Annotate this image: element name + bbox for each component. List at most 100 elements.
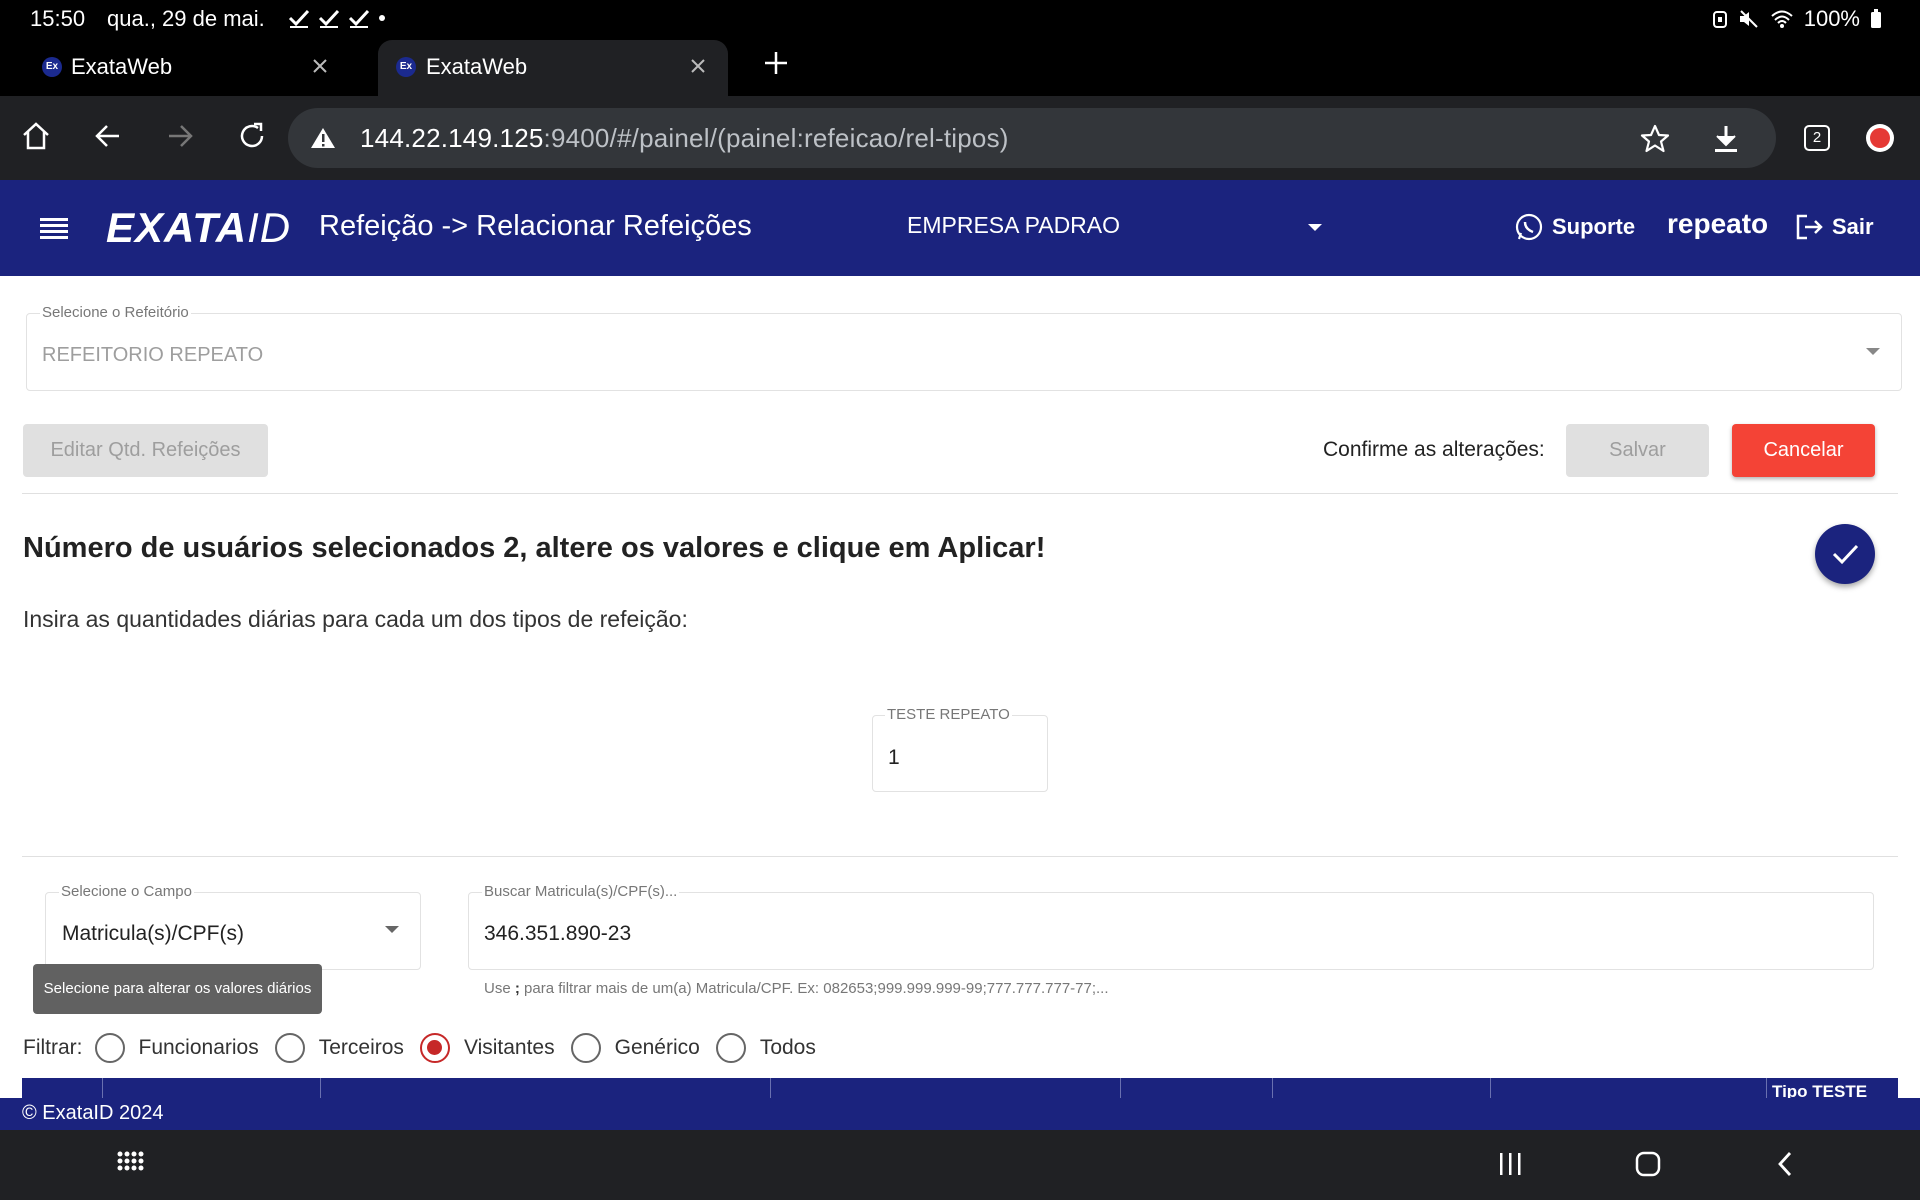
company-select[interactable]: EMPRESA PADRAO: [907, 212, 1120, 239]
browser-tab[interactable]: Ex ExataWeb: [0, 40, 350, 96]
tab-switcher-button[interactable]: 2: [1804, 125, 1830, 151]
profile-avatar[interactable]: [1866, 124, 1894, 152]
search-input[interactable]: [468, 892, 1874, 970]
back-icon[interactable]: [92, 120, 124, 152]
radio-icon[interactable]: [94, 1033, 125, 1063]
exataid-logo[interactable]: EXATAID: [106, 204, 291, 252]
instructions-text: Insira as quantidades diárias para cada …: [23, 606, 688, 632]
close-tab-icon[interactable]: [308, 54, 332, 78]
divider: [22, 856, 1898, 857]
apply-button[interactable]: [1815, 524, 1875, 584]
page-title: Refeição -> Relacionar Refeições: [319, 210, 752, 242]
new-tab-icon[interactable]: [763, 50, 789, 76]
chevron-down-icon[interactable]: [1308, 224, 1322, 231]
radio-icon[interactable]: [715, 1033, 746, 1063]
notification-icons: [288, 8, 386, 28]
column-separator: [1120, 1078, 1121, 1098]
home-icon[interactable]: [20, 120, 52, 152]
meal-quantity-value[interactable]: 1: [888, 746, 900, 770]
status-date: qua., 29 de mai.: [107, 6, 265, 31]
tab-title: ExataWeb: [71, 54, 173, 79]
column-separator: [102, 1078, 103, 1098]
battery-icon: [1871, 9, 1881, 28]
copyright: © ExataID 2024: [22, 1102, 164, 1124]
cancel-button[interactable]: Cancelar: [1732, 424, 1875, 477]
url-path: :9400/#/painel/(painel:refeicao/rel-tipo…: [543, 123, 1009, 153]
browser-toolbar: 144.22.149.125:9400/#/painel/(painel:ref…: [0, 96, 1920, 180]
check-icon: [348, 9, 370, 28]
url-host: 144.22.149.125: [360, 123, 544, 153]
divider: [22, 493, 1898, 494]
app-footer: © ExataID 2024: [0, 1098, 1920, 1130]
apps-grid-icon[interactable]: [116, 1150, 144, 1178]
check-icon: [288, 9, 310, 28]
status-time: 15:50: [30, 6, 86, 31]
selection-heading: Número de usuários selecionados 2, alter…: [23, 532, 1046, 564]
battery-level: 100%: [1803, 6, 1860, 31]
column-separator: [320, 1078, 321, 1098]
radio-icon[interactable]: [570, 1033, 601, 1063]
radio-label: Genérico: [614, 1036, 700, 1059]
username: repeato: [1667, 208, 1769, 239]
reload-icon[interactable]: [236, 120, 268, 152]
radio-label: Terceiros: [318, 1036, 404, 1059]
forward-icon[interactable]: [164, 120, 196, 152]
app-header: EXATAID Refeição -> Relacionar Refeições…: [0, 180, 1920, 276]
filter-radio-generico[interactable]: Genérico: [570, 1033, 700, 1063]
column-separator: [1490, 1078, 1491, 1098]
search-hint: Use ; para filtrar mais de um(a) Matricu…: [484, 980, 1109, 997]
hint-prefix: Use: [484, 980, 515, 997]
support-link[interactable]: Suporte: [1514, 212, 1635, 242]
close-tab-icon[interactable]: [686, 54, 710, 78]
check-icon: [1832, 544, 1859, 565]
recents-icon[interactable]: [1498, 1150, 1522, 1178]
filter-label: Filtrar:: [23, 1036, 83, 1059]
check-icon: [318, 9, 340, 28]
warning-icon[interactable]: [310, 126, 336, 150]
radio-icon[interactable]: [274, 1033, 305, 1063]
refeitorio-select[interactable]: [26, 313, 1902, 391]
logout-label: Sair: [1832, 214, 1874, 239]
support-label: Suporte: [1552, 214, 1636, 239]
filter-group: Filtrar: Funcionarios Terceiros Visitant…: [23, 1033, 832, 1063]
star-icon[interactable]: [1640, 124, 1670, 154]
status-bar: 15:50 qua., 29 de mai. 100%: [0, 0, 1920, 36]
url-text: 144.22.149.125:9400/#/painel/(painel:ref…: [360, 123, 1009, 154]
browser-tab-active[interactable]: Ex ExataWeb: [378, 40, 728, 96]
column-separator: [1272, 1078, 1273, 1098]
edit-quantities-button[interactable]: Editar Qtd. Refeições: [23, 424, 268, 477]
field-select-value[interactable]: Matricula(s)/CPF(s): [62, 922, 244, 946]
dot-icon: [379, 15, 385, 21]
back-button-icon[interactable]: [1774, 1150, 1796, 1178]
meal-quantity-label: TESTE REPEATO: [885, 706, 1012, 723]
filter-radio-visitantes[interactable]: Visitantes: [419, 1033, 555, 1063]
radio-label: Funcionarios: [138, 1036, 259, 1059]
chevron-down-icon[interactable]: [1866, 348, 1880, 355]
field-select-label: Selecione o Campo: [59, 883, 194, 900]
chevron-down-icon[interactable]: [385, 926, 399, 933]
column-header-tipo[interactable]: Tipo TESTE: [1772, 1082, 1867, 1098]
search-input-value[interactable]: 346.351.890-23: [484, 922, 631, 946]
save-button[interactable]: Salvar: [1566, 424, 1709, 477]
hamburger-menu-icon[interactable]: [40, 216, 68, 240]
refeitorio-label: Selecione o Refeitório: [40, 304, 191, 321]
address-bar[interactable]: 144.22.149.125:9400/#/painel/(painel:ref…: [288, 108, 1776, 168]
upload-icon: [1870, 128, 1890, 148]
filter-radio-terceiros[interactable]: Terceiros: [274, 1033, 404, 1063]
search-input-label: Buscar Matricula(s)/CPF(s)...: [482, 883, 680, 900]
download-icon[interactable]: [1712, 124, 1740, 154]
whatsapp-icon: [1515, 213, 1543, 241]
hint-suffix: para filtrar mais de um(a) Matricula/CPF…: [519, 980, 1109, 997]
radio-selected-icon[interactable]: [419, 1033, 450, 1063]
column-separator: [1766, 1078, 1767, 1098]
system-nav-bar: [0, 1130, 1920, 1200]
filter-radio-todos[interactable]: Todos: [715, 1033, 816, 1063]
logout-button[interactable]: Sair: [1794, 212, 1874, 242]
wifi-icon: [1771, 10, 1793, 28]
filter-radio-funcionarios[interactable]: Funcionarios: [94, 1033, 259, 1063]
home-button-icon[interactable]: [1634, 1150, 1662, 1178]
tab-title: ExataWeb: [426, 54, 528, 79]
table-header: Tipo TESTE: [22, 1078, 1898, 1098]
refeitorio-value[interactable]: REFEITORIO REPEATO: [42, 344, 263, 367]
mute-icon: [1739, 10, 1758, 28]
